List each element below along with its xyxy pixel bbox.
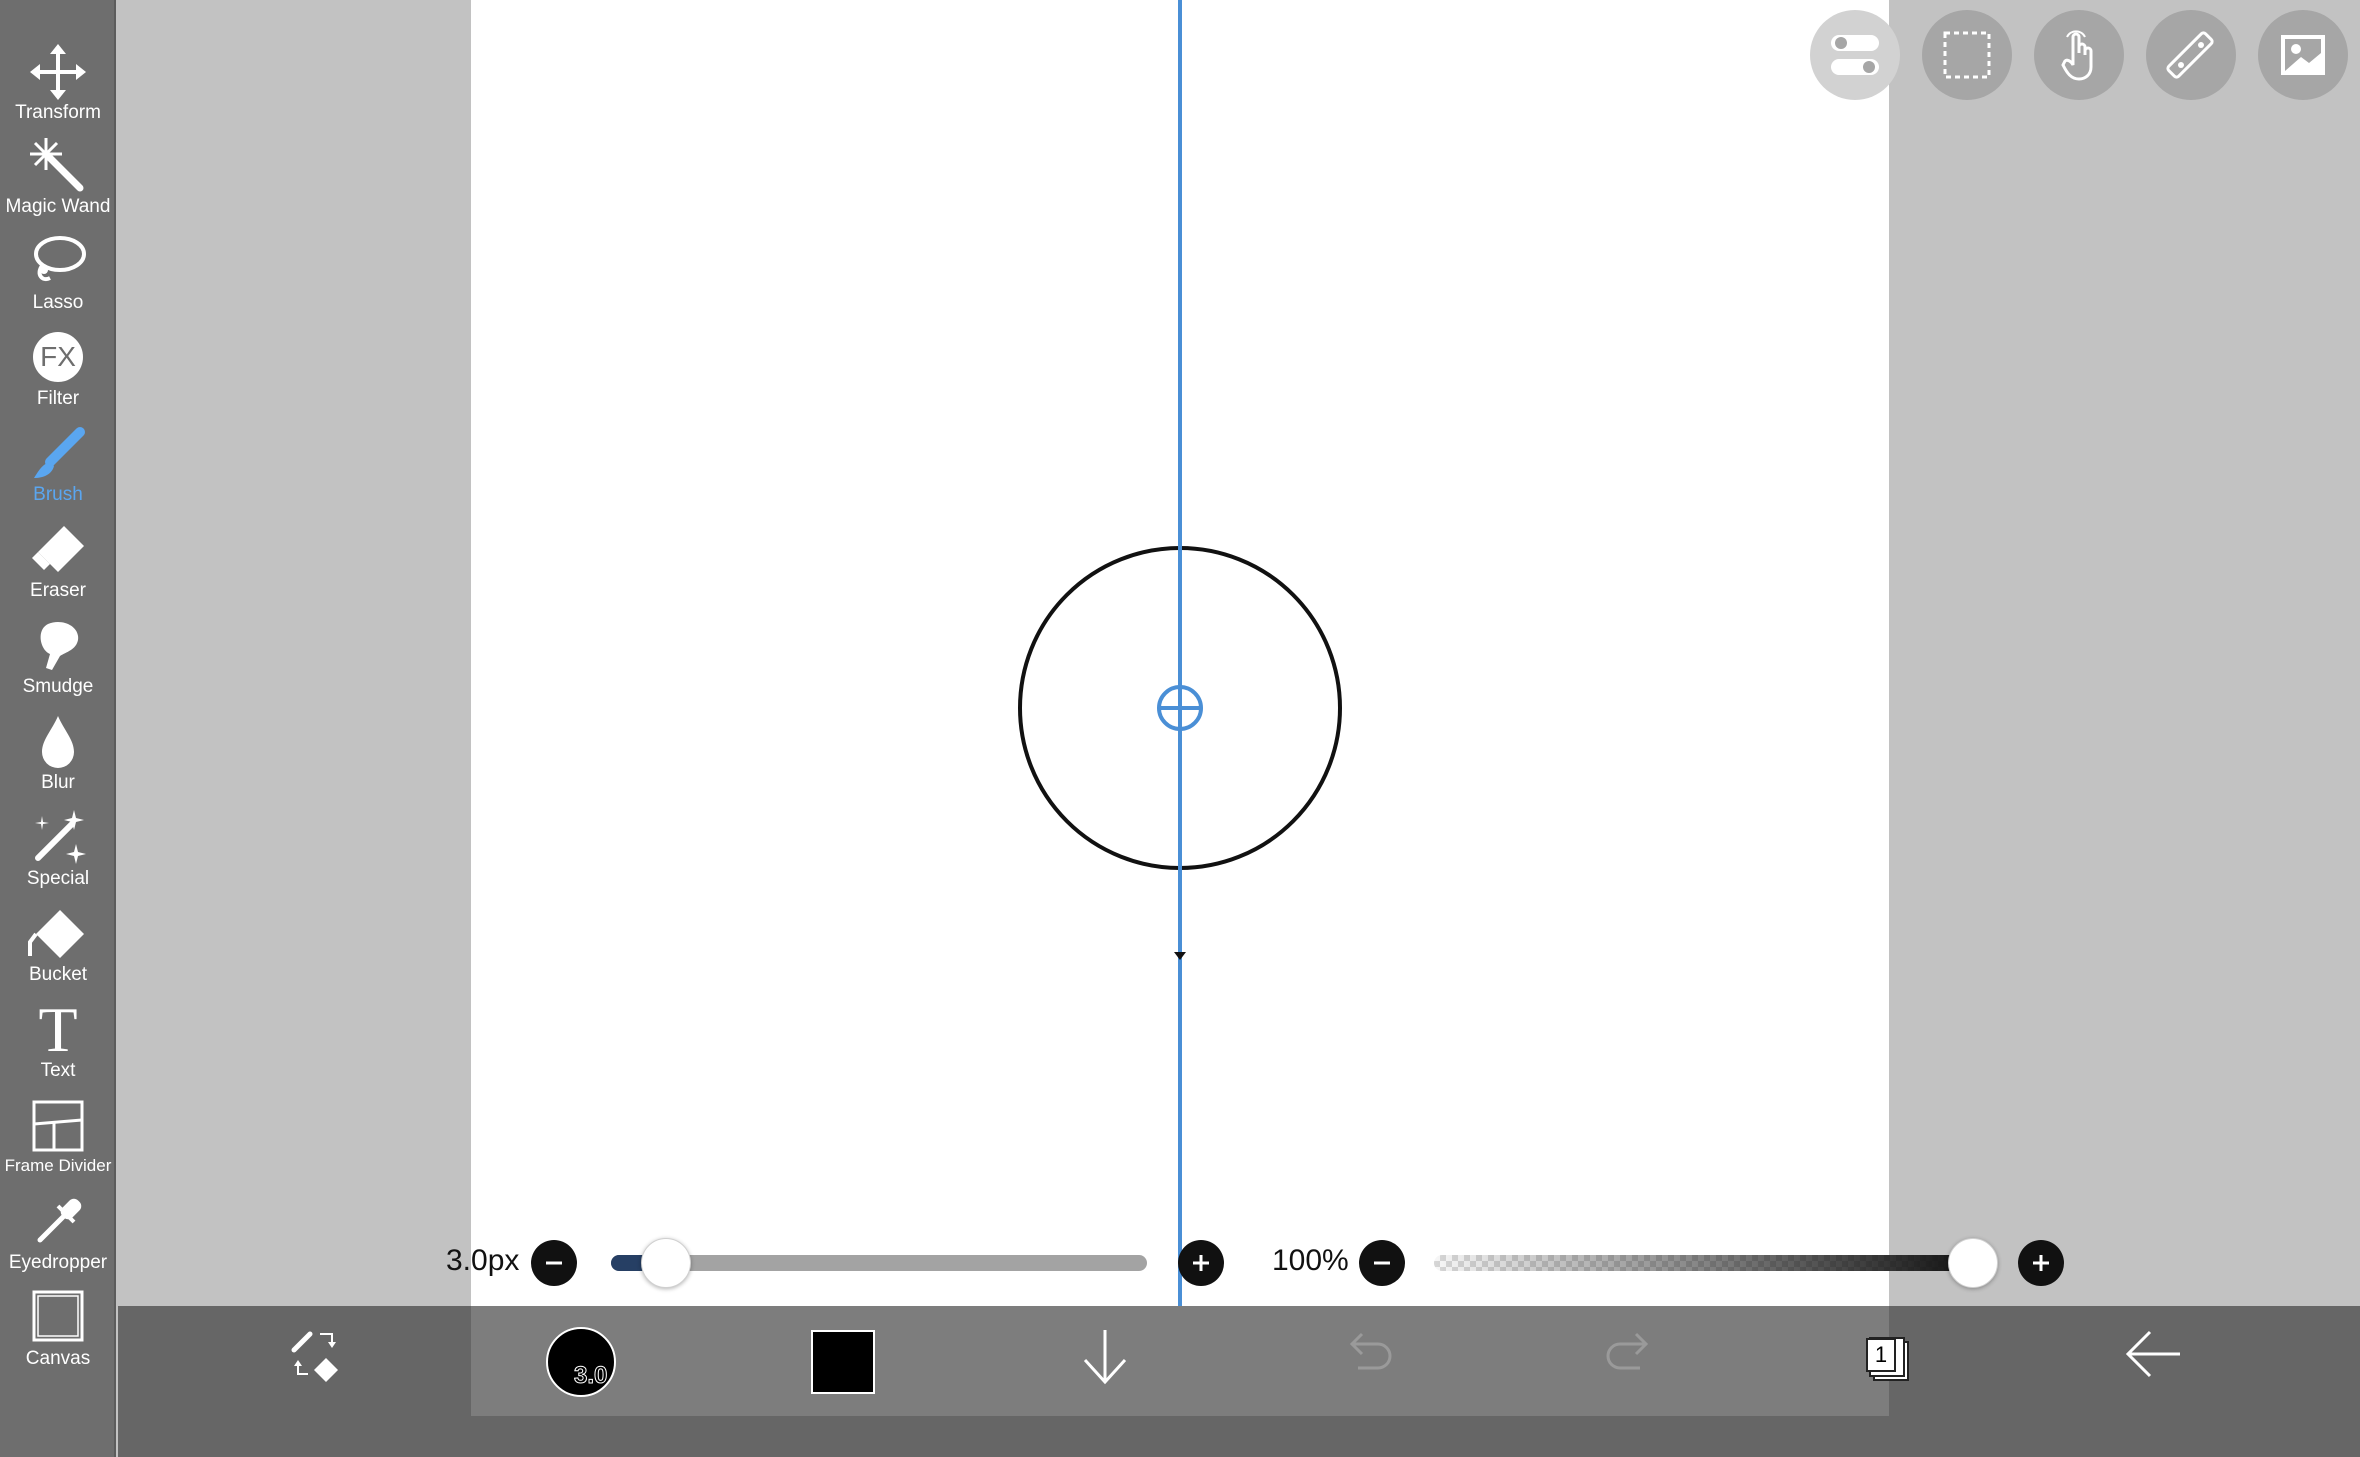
tool-transform[interactable]: Transform [0, 40, 116, 136]
color-swatch-button[interactable] [811, 1330, 875, 1394]
bucket-icon [28, 910, 84, 958]
magic-wand-icon [30, 138, 84, 192]
selection-button[interactable] [1922, 10, 2012, 100]
image-icon [2281, 35, 2325, 75]
tool-filter[interactable]: FX Filter [0, 326, 116, 422]
fx-filter-icon: FX [33, 332, 83, 382]
drawing-canvas[interactable] [471, 0, 1889, 1416]
brush-icon [34, 427, 85, 478]
plus-icon [2033, 1255, 2049, 1271]
tool-label: Special [26, 868, 90, 889]
smudge-icon [40, 621, 79, 670]
arrow-left-icon [2125, 1330, 2180, 1378]
touch-hand-icon [2061, 30, 2093, 81]
tool-label: Filter [36, 388, 80, 409]
tool-eyedropper[interactable]: Eyedropper [0, 1190, 116, 1286]
tool-lasso[interactable]: Lasso [0, 230, 116, 326]
eyedropper-icon [37, 1198, 82, 1243]
sparkle-pen-icon [35, 810, 86, 864]
tool-label: Frame Divider [4, 1156, 112, 1175]
tool-label: Smudge [22, 676, 94, 697]
tool-label: Magic Wand [5, 196, 111, 217]
tool-bucket[interactable]: Bucket [0, 902, 116, 998]
opacity-slider[interactable] [1434, 1255, 1972, 1271]
layer-count-badge: 1 [1866, 1338, 1896, 1372]
eraser-icon [32, 526, 84, 572]
tool-eraser[interactable]: Eraser [0, 518, 116, 614]
minus-icon [1374, 1261, 1390, 1265]
move-arrows-icon [30, 44, 86, 100]
tool-canvas[interactable]: Canvas [0, 1286, 116, 1382]
ruler-button[interactable] [2146, 10, 2236, 100]
undo-icon [1349, 1332, 1392, 1370]
tool-magic-wand[interactable]: Magic Wand [0, 134, 116, 230]
toggle-settings-button[interactable] [1810, 10, 1900, 100]
apply-down-button[interactable] [1075, 1324, 1135, 1390]
droplet-icon [42, 716, 74, 768]
lasso-icon [34, 236, 86, 281]
tool-label: Eraser [30, 580, 86, 601]
redo-button[interactable] [1600, 1324, 1660, 1384]
tool-label: Blur [41, 772, 75, 793]
brush-size-slider-thumb[interactable] [640, 1238, 691, 1288]
arrow-down-icon [1083, 1330, 1127, 1385]
tool-label: Brush [33, 484, 83, 505]
brush-size-value: 3.0px [446, 1244, 520, 1277]
tool-label: Lasso [32, 292, 84, 313]
tool-smudge[interactable]: Smudge [0, 614, 116, 710]
tool-frame-divider[interactable]: Frame Divider [0, 1094, 116, 1190]
tool-label: Eyedropper [8, 1252, 108, 1273]
tool-label: Bucket [28, 964, 88, 985]
plus-icon [1193, 1255, 1209, 1271]
brush-size-slider[interactable] [611, 1255, 1147, 1271]
tool-special[interactable]: Special [0, 806, 116, 902]
tool-label: Transform [15, 102, 101, 123]
opacity-increase-button[interactable] [2018, 1240, 2064, 1286]
opacity-decrease-button[interactable] [1359, 1240, 1405, 1286]
tool-text[interactable]: T Text [0, 998, 116, 1094]
selection-icon [1943, 31, 1991, 79]
opacity-slider-thumb[interactable] [1948, 1238, 1998, 1288]
tool-label: Canvas [25, 1348, 91, 1369]
tool-blur[interactable]: Blur [0, 710, 116, 806]
brush-size-increase-button[interactable] [1178, 1240, 1224, 1286]
minus-icon [546, 1261, 562, 1265]
brush-eraser-swap-icon [291, 1331, 338, 1382]
tool-brush[interactable]: Brush [0, 422, 116, 518]
brush-eraser-swap-button[interactable] [286, 1324, 346, 1384]
canvas-square-icon [32, 1290, 84, 1342]
canvas-shadow [471, 1306, 1889, 1416]
redo-icon [1606, 1332, 1649, 1370]
ruler-icon [2166, 31, 2214, 79]
image-button[interactable] [2258, 10, 2348, 100]
text-t-icon: T [38, 994, 78, 1065]
toggle-icon [1831, 35, 1879, 75]
brush-size-decrease-button[interactable] [531, 1240, 577, 1286]
touch-button[interactable] [2034, 10, 2124, 100]
tool-label: Text [40, 1060, 76, 1081]
tool-sidebar: Transform Magic Wand Lasso FX Filter Bru… [0, 0, 116, 1457]
undo-button[interactable] [1338, 1324, 1398, 1384]
brush-preview-size-label: 3.0 [573, 1362, 608, 1390]
opacity-value: 100% [1272, 1244, 1349, 1277]
bottom-toolbar [118, 1306, 2360, 1457]
back-button[interactable] [2122, 1324, 2184, 1384]
frame-divider-icon [32, 1100, 84, 1152]
